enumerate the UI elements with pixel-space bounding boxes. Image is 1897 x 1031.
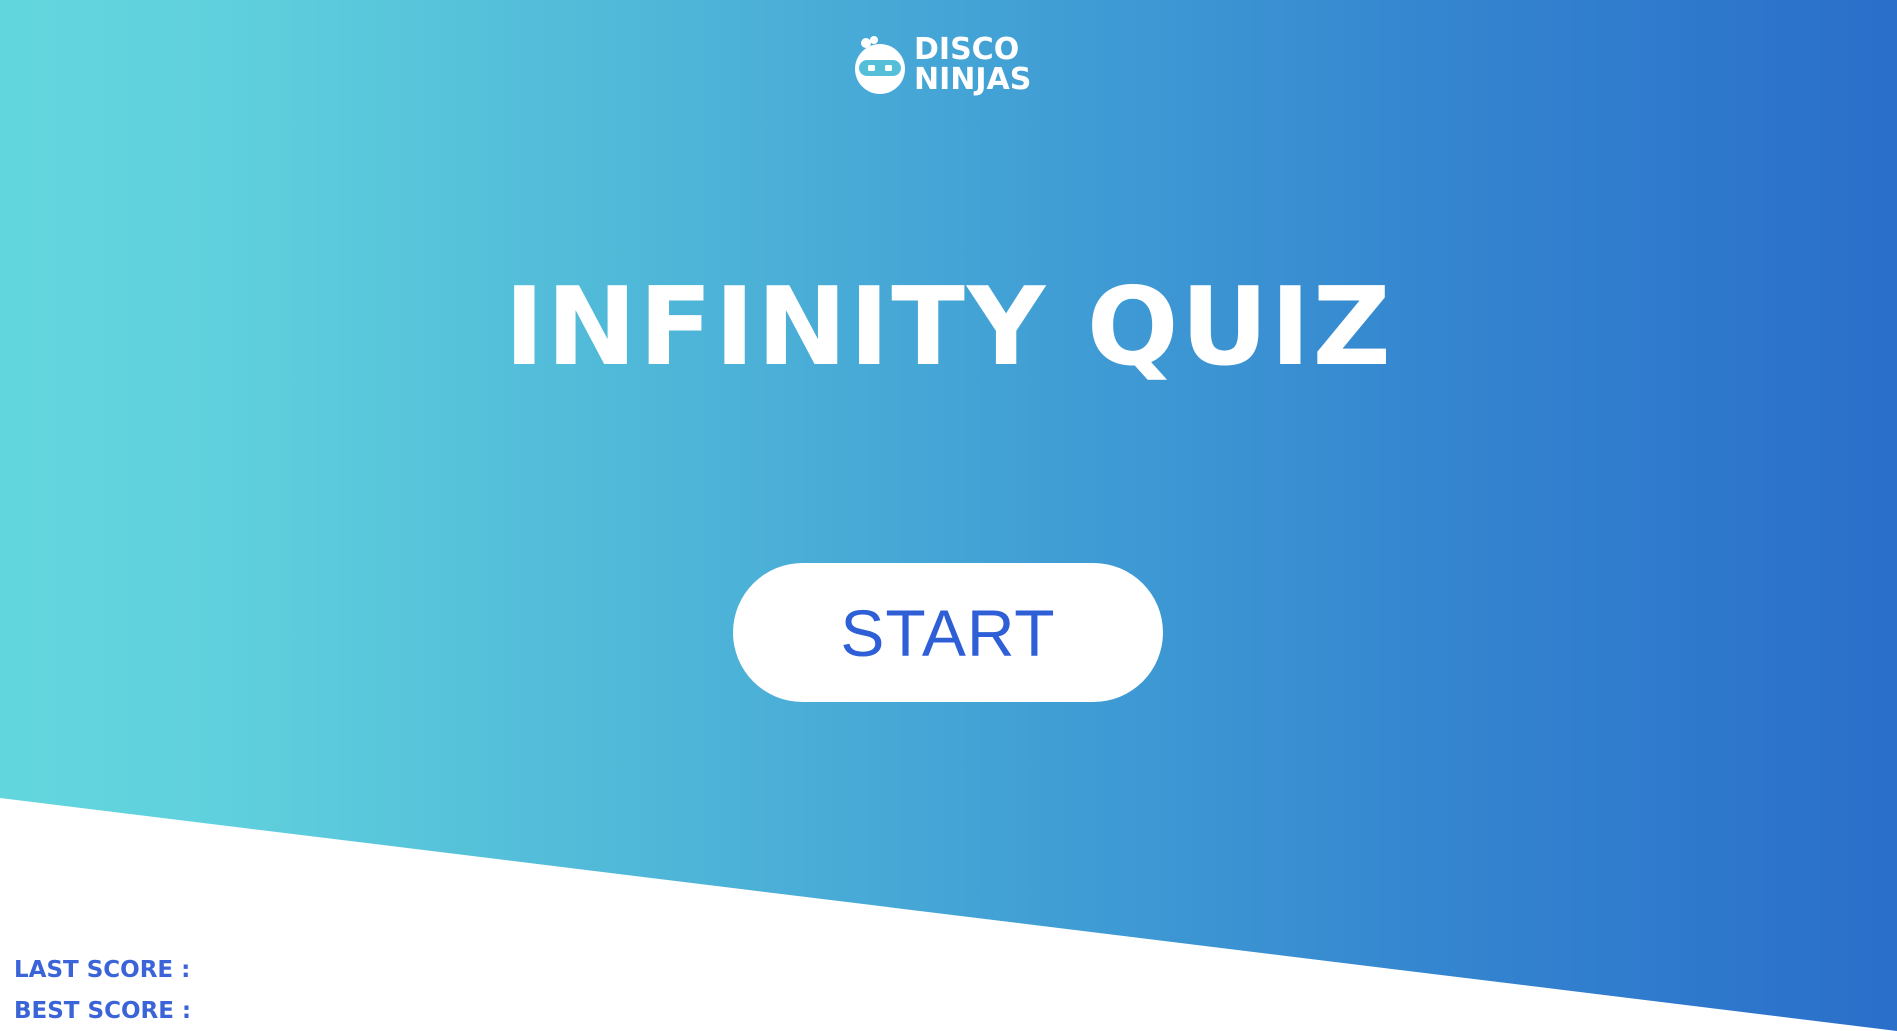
best-score-label: BEST SCORE :: [14, 998, 192, 1024]
start-button[interactable]: START: [733, 563, 1163, 702]
ninja-head-icon: [855, 36, 905, 94]
disco-ninjas-logo: DISCO NINJAS: [850, 32, 1040, 98]
game-title: INFINITY QUIZ: [504, 265, 1393, 390]
score-panel: LAST SCORE : BEST SCORE :: [14, 950, 191, 1031]
start-button-label: START: [840, 595, 1056, 670]
game-screen: DISCO NINJAS INFINITY QUIZ START LAST SC…: [0, 0, 1897, 1031]
last-score-label: LAST SCORE :: [14, 957, 191, 983]
logo-line-1: DISCO: [914, 32, 1020, 67]
gradient-background: [0, 0, 1897, 1031]
logo-wordmark: DISCO NINJAS: [914, 35, 1031, 95]
logo-line-2: NINJAS: [914, 62, 1032, 97]
